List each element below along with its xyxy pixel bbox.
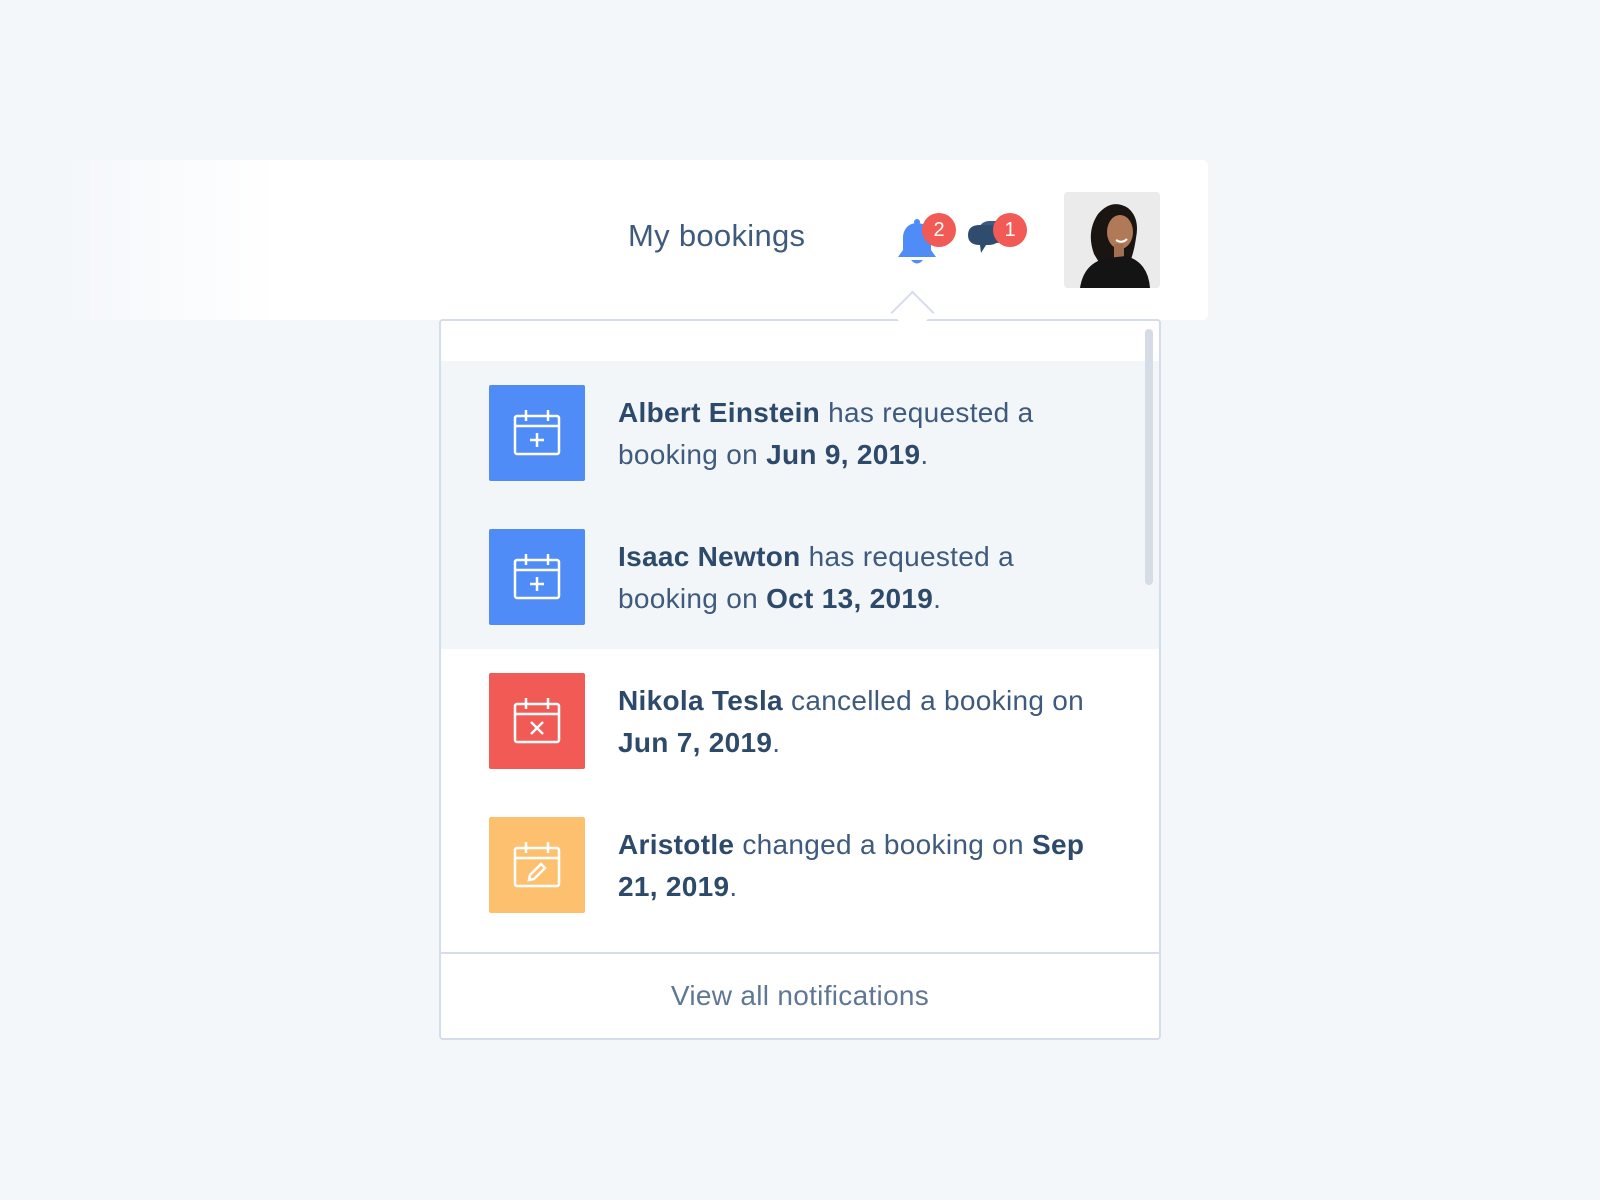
scrollbar[interactable] <box>1145 329 1153 585</box>
view-all-notifications-link[interactable]: View all notifications <box>441 952 1159 1038</box>
notifications-count-badge: 2 <box>922 213 956 247</box>
user-photo-icon <box>1064 192 1160 288</box>
notification-item[interactable]: Albert Einstein has requested a booking … <box>441 361 1159 505</box>
notification-text: Isaac Newton has requested a booking on … <box>618 541 1014 614</box>
notifications-list: Albert Einstein has requested a booking … <box>441 361 1159 937</box>
avatar[interactable] <box>1064 192 1160 288</box>
notifications-dropdown: Albert Einstein has requested a booking … <box>439 319 1161 1040</box>
calendar-plus-icon <box>489 385 585 481</box>
notification-item[interactable]: Isaac Newton has requested a booking on … <box>441 505 1159 649</box>
notifications-button[interactable]: 2 <box>895 213 959 269</box>
messages-button[interactable]: 1 <box>966 213 1030 269</box>
calendar-x-icon <box>489 673 585 769</box>
calendar-edit-icon <box>489 817 585 913</box>
notification-text: Nikola Tesla cancelled a booking on Jun … <box>618 685 1085 758</box>
notification-item[interactable]: Aristotle changed a booking on Sep 21, 2… <box>441 793 1159 937</box>
notification-text: Albert Einstein has requested a booking … <box>618 397 1034 470</box>
messages-count-badge: 1 <box>993 213 1027 247</box>
notification-item[interactable]: Nikola Tesla cancelled a booking on Jun … <box>441 649 1159 793</box>
my-bookings-link[interactable]: My bookings <box>628 218 805 254</box>
notification-text: Aristotle changed a booking on Sep 21, 2… <box>618 829 1085 902</box>
calendar-plus-icon <box>489 529 585 625</box>
